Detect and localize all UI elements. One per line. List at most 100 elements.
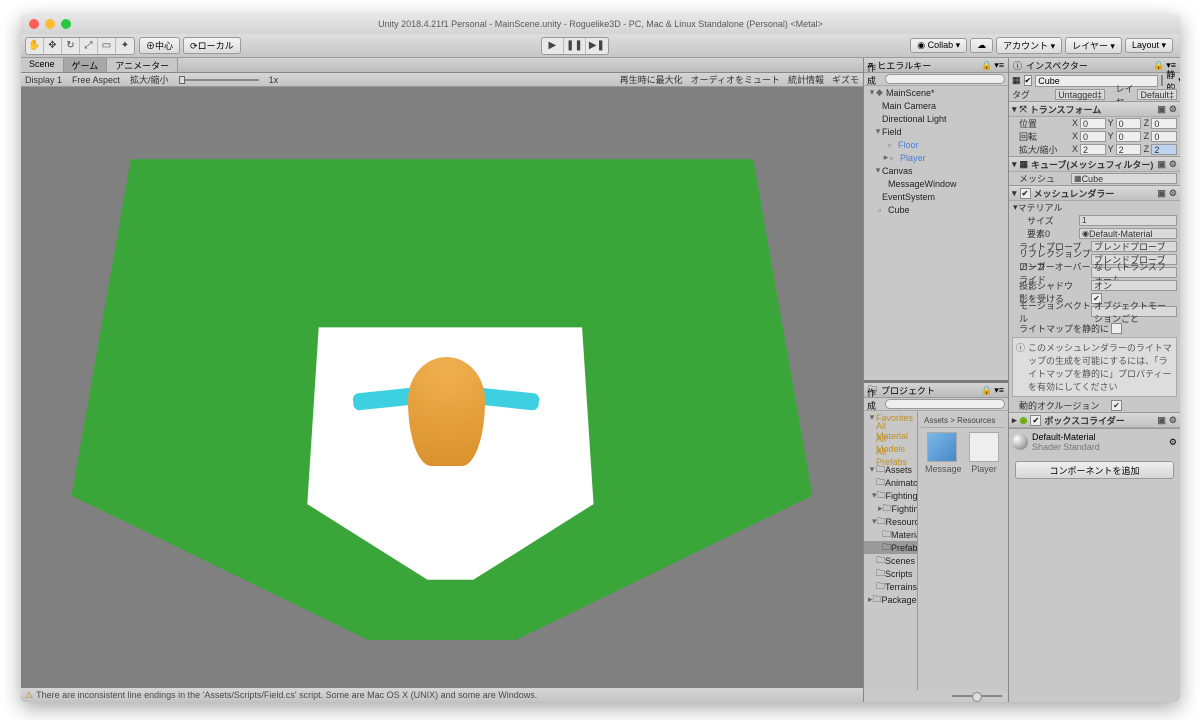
asset-item[interactable]: Message <box>925 432 959 474</box>
lock-icon[interactable]: 🔒 <box>981 60 992 71</box>
mute-toggle[interactable]: オーディオをミュート <box>691 73 780 86</box>
hierarchy-search[interactable] <box>885 74 1005 84</box>
help-icon[interactable]: ▣ <box>1157 415 1166 426</box>
cloud-icon[interactable]: ☁ <box>970 38 993 53</box>
inspector-icon: ⓘ <box>1013 59 1022 72</box>
project-body: ▾Favorites All Material All Models All P… <box>864 411 1008 690</box>
view-tabs: Scene ゲーム アニメーター <box>21 58 863 73</box>
gear-icon[interactable]: ⚙ <box>1169 437 1177 448</box>
scene-item[interactable]: ▾◆MainScene* <box>864 86 1008 99</box>
lock-icon[interactable]: 🔒 <box>981 385 992 396</box>
material-slot[interactable]: ◉ Default-Material <box>1079 228 1177 239</box>
folder-item[interactable]: ▾🗀 Assets <box>864 463 917 476</box>
project-header: 🗀 プロジェクト 🔒▾≡ <box>864 383 1008 398</box>
meshfilter-component: ▾▦キューブ(メッシュフィルター)▣⚙ メッシュ▦ Cube <box>1009 156 1180 185</box>
component-header[interactable]: ▾✔メッシュレンダラー▣⚙ <box>1009 186 1180 201</box>
asset-item[interactable]: Player <box>967 432 1001 474</box>
project-grid: Assets > Resources Message Player <box>918 411 1008 690</box>
gear-icon[interactable]: ⚙ <box>1169 104 1177 115</box>
hierarchy-item[interactable]: ▾Canvas <box>864 164 1008 177</box>
folder-item[interactable]: ▸🗀 Packages <box>864 593 917 606</box>
enable-checkbox[interactable]: ✔ <box>1020 188 1031 199</box>
lock-icon[interactable]: 🔒 <box>1153 60 1164 71</box>
aspect-dropdown[interactable]: Free Aspect <box>72 75 120 85</box>
meshrenderer-component: ▾✔メッシュレンダラー▣⚙ ▾マテリアル サイズ1 要素0◉ Default-M… <box>1009 185 1180 412</box>
layers-button[interactable]: レイヤー ▾ <box>1065 37 1122 54</box>
scale-fields: X2Y2Z2 <box>1071 144 1177 155</box>
maximize-toggle[interactable]: 再生時に最大化 <box>620 73 683 86</box>
help-icon[interactable]: ▣ <box>1157 104 1166 115</box>
step-icon[interactable]: ▶❚ <box>586 38 608 54</box>
mesh-field[interactable]: ▦ Cube <box>1071 173 1177 184</box>
stats-toggle[interactable]: 統計情報 <box>788 73 824 86</box>
tab-game[interactable]: ゲーム <box>64 58 108 72</box>
folder-item[interactable]: 🗀 Scripts <box>864 567 917 580</box>
motion-dropdown[interactable]: オブジェクトモーションごと <box>1091 306 1177 317</box>
tag-dropdown[interactable]: Untagged‡ <box>1055 89 1105 100</box>
gear-icon[interactable]: ⚙ <box>1169 159 1177 170</box>
main-toolbar: ✋ ✥ ↻ ⤢ ▭ ✦ ⊕中心 ⟳ローカル ▶ ❚❚ ▶❚ ◉ Collab ▾… <box>21 34 1180 58</box>
hierarchy-item[interactable]: ▫Cube <box>864 203 1008 216</box>
hierarchy-item[interactable]: Directional Light <box>864 112 1008 125</box>
menu-icon[interactable]: ▾≡ <box>994 385 1004 396</box>
move-tool-icon[interactable]: ✥ <box>44 38 62 54</box>
display-dropdown[interactable]: Display 1 <box>25 75 62 85</box>
static-checkbox[interactable] <box>1161 75 1163 86</box>
layout-button[interactable]: Layout ▾ <box>1125 38 1173 53</box>
help-icon[interactable]: ▣ <box>1157 159 1166 170</box>
play-icon[interactable]: ▶ <box>542 38 564 54</box>
lightprobe-dropdown[interactable]: ブレンドプローブ <box>1091 241 1177 252</box>
folder-item-selected[interactable]: 🗀 Prefabs <box>864 541 917 554</box>
lmstatic-checkbox[interactable] <box>1111 323 1122 334</box>
folder-item[interactable]: 🗀 Scenes <box>864 554 917 567</box>
inspector-title: インスペクター <box>1026 59 1088 72</box>
anchor-field[interactable]: なし（トランスフォーム <box>1091 267 1177 278</box>
project-breadcrumb[interactable]: Assets > Resources <box>921 414 1005 428</box>
hierarchy-item[interactable]: ▾Field <box>864 125 1008 138</box>
hand-tool-icon[interactable]: ✋ <box>26 38 44 54</box>
multi-tool-icon[interactable]: ✦ <box>116 38 134 54</box>
game-viewport[interactable] <box>21 87 863 688</box>
add-component-button[interactable]: コンポーネントを追加 <box>1015 461 1174 479</box>
scale-tool-icon[interactable]: ⤢ <box>80 38 98 54</box>
inspector-pane: ⓘ インスペクター 🔒▾≡ ▦ ✔ 静的▾ タグ Untagged‡ レイヤー … <box>1008 58 1180 702</box>
lightmap-help: ⓘこのメッシュレンダラーのライトマップの生成を可能にするには、「ライトマップを静… <box>1012 337 1177 397</box>
castshadow-dropdown[interactable]: オン <box>1091 280 1177 291</box>
enable-checkbox[interactable]: ✔ <box>1030 415 1041 426</box>
hierarchy-item[interactable]: ▫Floor <box>864 138 1008 151</box>
gear-icon[interactable]: ⚙ <box>1169 415 1177 426</box>
component-header[interactable]: ▾▦キューブ(メッシュフィルター)▣⚙ <box>1009 157 1180 172</box>
hierarchy-item[interactable]: EventSystem <box>864 190 1008 203</box>
account-button[interactable]: アカウント ▾ <box>996 37 1062 54</box>
name-field[interactable] <box>1035 75 1158 87</box>
rotate-tool-icon[interactable]: ↻ <box>62 38 80 54</box>
local-button[interactable]: ⟳ローカル <box>183 37 241 54</box>
layer-dropdown[interactable]: Default‡ <box>1137 89 1177 100</box>
scale-slider[interactable] <box>179 79 259 81</box>
pause-icon[interactable]: ❚❚ <box>564 38 586 54</box>
active-checkbox[interactable]: ✔ <box>1024 75 1033 86</box>
thumbnail-slider[interactable] <box>864 690 1008 702</box>
tab-animator[interactable]: アニメーター <box>107 58 178 72</box>
gizmos-toggle[interactable]: ギズモ <box>832 73 859 86</box>
hierarchy-item[interactable]: MessageWindow <box>864 177 1008 190</box>
project-search[interactable] <box>885 399 1005 409</box>
hierarchy-item[interactable]: Main Camera <box>864 99 1008 112</box>
collab-button[interactable]: ◉ Collab ▾ <box>910 38 967 53</box>
fav-item[interactable]: All Prefabs <box>864 450 917 463</box>
hierarchy-item[interactable]: ▸▫Player <box>864 151 1008 164</box>
dynocc-checkbox[interactable]: ✔ <box>1111 400 1122 411</box>
menu-icon[interactable]: ▾≡ <box>994 60 1004 71</box>
help-icon[interactable]: ▣ <box>1157 188 1166 199</box>
pivot-button[interactable]: ⊕中心 <box>139 37 180 54</box>
folder-item[interactable]: 🗀 AnimatorCo <box>864 476 917 489</box>
hierarchy-tree: ▾◆MainScene* Main Camera Directional Lig… <box>864 86 1008 380</box>
rect-tool-icon[interactable]: ▭ <box>98 38 116 54</box>
gear-icon[interactable]: ⚙ <box>1169 188 1177 199</box>
gameobject-icon: ▦ <box>1012 75 1021 86</box>
folder-item[interactable]: ▸🗀 FightingU <box>864 502 917 515</box>
component-header[interactable]: ▸◉✔ボックスコライダー▣⚙ <box>1009 413 1180 428</box>
component-header[interactable]: ▾⤧トランスフォーム▣⚙ <box>1009 102 1180 117</box>
material-preview[interactable]: Default-Material Shader Standard ⚙ <box>1009 428 1180 455</box>
tab-scene[interactable]: Scene <box>21 58 64 72</box>
